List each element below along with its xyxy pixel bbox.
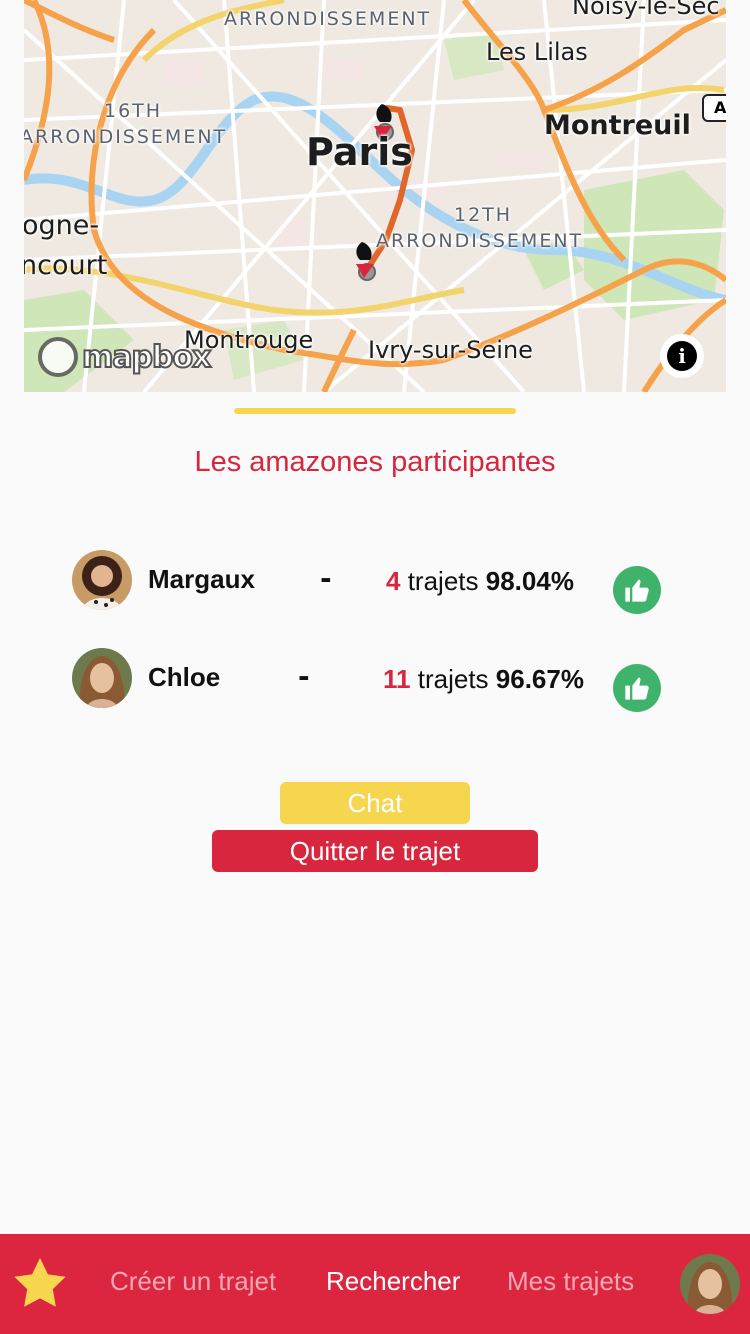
trip-count-label: trajets	[407, 566, 479, 596]
bottom-nav: Créer un trajet Rechercher Mes trajets	[0, 1234, 750, 1334]
chat-button[interactable]: Chat	[280, 782, 470, 824]
thumbs-up-icon[interactable]	[613, 664, 661, 712]
map-label-12th: 12TH	[454, 204, 513, 226]
trip-count-label: trajets	[417, 664, 489, 694]
avatar[interactable]	[72, 648, 132, 708]
participant-name: Chloe	[148, 662, 221, 692]
nav-my-trips[interactable]: Mes trajets	[507, 1266, 634, 1297]
map-label-les-lilas: Les Lilas	[486, 38, 588, 66]
map-label-16th-arr: ARRONDISSEMENT	[24, 126, 228, 148]
map-label-arrondissement: ARRONDISSEMENT	[224, 8, 432, 30]
trip-count: 11	[383, 664, 411, 694]
page-title: Les amazones participantes	[194, 446, 556, 478]
participant-row: Margaux - 4 trajets 98.04%	[72, 550, 672, 614]
rating-percent: 96.67%	[495, 664, 584, 694]
star-icon[interactable]	[12, 1256, 68, 1314]
avatar-image	[72, 550, 132, 610]
map-label-boulogne-1: ogne-	[24, 210, 100, 241]
map-label-montreuil: Montreuil	[544, 110, 691, 141]
map-label-16th: 16TH	[104, 100, 163, 122]
map-canvas	[24, 0, 726, 392]
info-icon: i	[667, 341, 697, 371]
nav-create-trip[interactable]: Créer un trajet	[110, 1266, 276, 1297]
road-badge: A	[702, 94, 726, 122]
nav-search[interactable]: Rechercher	[326, 1266, 460, 1297]
separator-dash: -	[320, 562, 332, 595]
avatar[interactable]	[72, 550, 132, 610]
map-label-ivry: Ivry-sur-Seine	[368, 336, 533, 364]
map-label-boulogne-2: ncourt	[24, 250, 108, 281]
map-info-button[interactable]: i	[660, 334, 704, 378]
mapbox-logo-text: mapbox	[81, 339, 212, 376]
map-label-12th-arr: ARRONDISSEMENT	[376, 230, 584, 252]
participant-name: Margaux	[148, 564, 255, 594]
leave-trip-button[interactable]: Quitter le trajet	[212, 830, 538, 872]
map-label-noisy: Noisy-le-Sec	[572, 0, 720, 20]
avatar-image	[680, 1254, 740, 1314]
trip-stats: 4 trajets 98.04%	[386, 566, 574, 597]
mapbox-logo[interactable]: mapbox	[38, 336, 212, 378]
separator-dash: -	[298, 660, 310, 693]
mapbox-logo-icon	[38, 337, 78, 377]
sheet-handle[interactable]	[234, 408, 516, 414]
avatar-image	[72, 648, 132, 708]
profile-avatar[interactable]	[680, 1254, 740, 1314]
map-label-paris: Paris	[306, 130, 413, 174]
rating-percent: 98.04%	[485, 566, 574, 596]
thumbs-up-icon[interactable]	[613, 566, 661, 614]
map-view[interactable]: ARRONDISSEMENT Noisy-le-Sec Les Lilas 16…	[24, 0, 726, 392]
participant-row: Chloe - 11 trajets 96.67%	[72, 648, 672, 712]
trip-stats: 11 trajets 96.67%	[383, 664, 584, 695]
trip-count: 4	[386, 566, 401, 596]
